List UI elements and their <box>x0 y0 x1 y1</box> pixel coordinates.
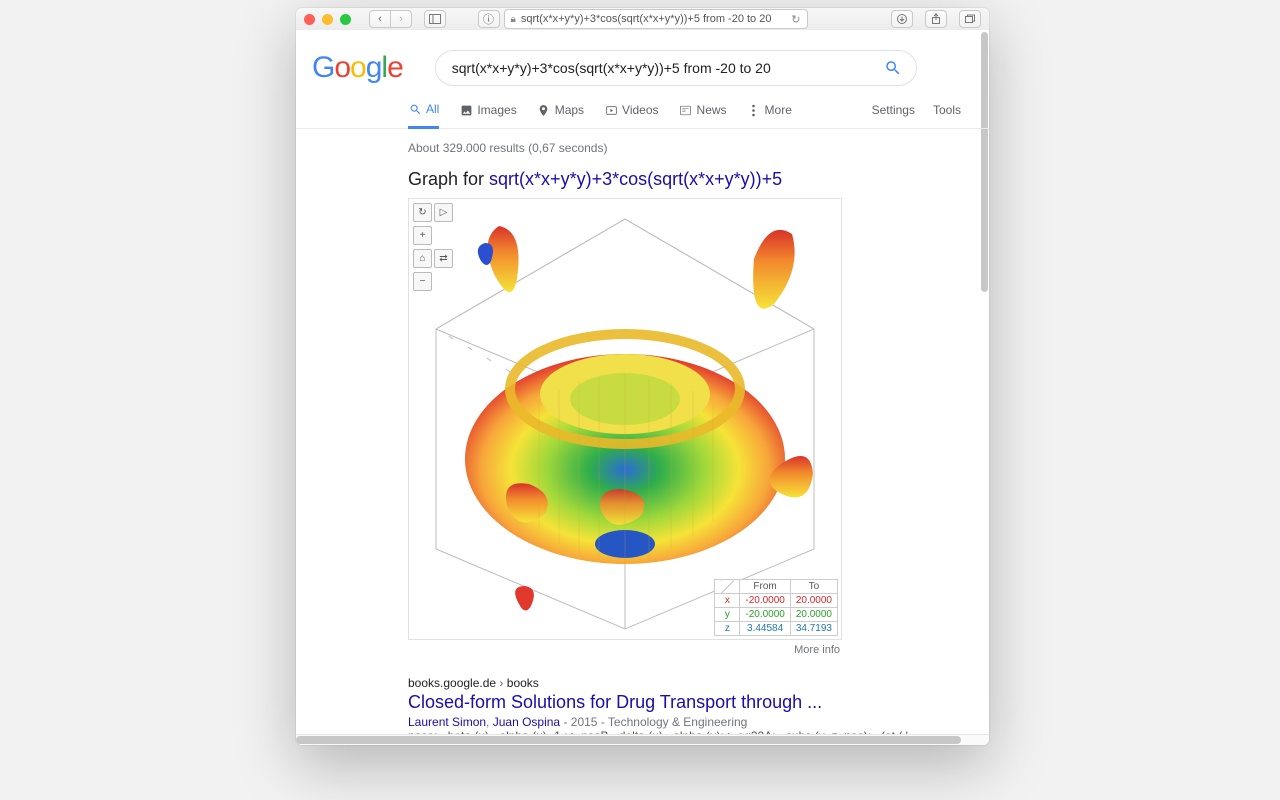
forward-button[interactable]: › <box>390 10 412 28</box>
horizontal-scrollbar[interactable] <box>296 734 989 745</box>
minimize-icon[interactable] <box>322 14 333 25</box>
google-logo[interactable]: Google <box>312 51 403 85</box>
image-icon <box>459 103 473 117</box>
search-result: books.google.de › books Closed-form Solu… <box>408 676 948 743</box>
tabs-button[interactable] <box>959 10 981 28</box>
sidebar-button[interactable] <box>424 10 446 28</box>
downloads-button[interactable] <box>891 10 913 28</box>
browser-window: ‹ › ⓘ 🔒︎ sqrt(x*x+y*y)+3*cos(sqrt(x*x+y*… <box>296 8 989 745</box>
zoom-out-button[interactable]: − <box>413 272 432 291</box>
result-byline: Laurent Simon, Juan Ospina - 2015 - Tech… <box>408 715 948 729</box>
graph-title: Graph for sqrt(x*x+y*y)+3*cos(sqrt(x*x+y… <box>408 169 948 190</box>
reader-button[interactable]: ⓘ <box>478 10 500 28</box>
search-icon <box>408 102 422 116</box>
search-icon[interactable] <box>884 59 902 77</box>
axis-picker-icon[interactable] <box>715 580 740 594</box>
result-breadcrumb[interactable]: books.google.de › books <box>408 676 948 690</box>
search-input[interactable] <box>450 59 884 77</box>
pin-icon <box>537 103 551 117</box>
tools-link[interactable]: Tools <box>933 103 961 117</box>
tab-videos[interactable]: Videos <box>604 103 658 127</box>
reset-button[interactable]: ⌂ <box>413 249 432 268</box>
close-icon[interactable] <box>304 14 315 25</box>
tab-all[interactable]: All <box>408 102 439 129</box>
scrollbar-thumb[interactable] <box>296 736 961 744</box>
url-text: sqrt(x*x+y*y)+3*cos(sqrt(x*x+y*y))+5 fro… <box>521 13 772 25</box>
graph-card: ↻ ▷ + ⌂ ⇄ − <box>408 198 842 640</box>
more-info-link[interactable]: More info <box>408 640 840 656</box>
range-table: From To x -20.0000 20.0000 y -20.0000 20… <box>714 579 838 636</box>
result-stats: About 329.000 results (0,67 seconds) <box>408 141 948 155</box>
window-controls <box>304 14 351 25</box>
news-icon <box>679 103 693 117</box>
share-button[interactable] <box>925 10 947 28</box>
back-button[interactable]: ‹ <box>369 10 391 28</box>
pan-button[interactable]: ⇄ <box>434 249 453 268</box>
zoom-icon[interactable] <box>340 14 351 25</box>
rotate-button[interactable]: ↻ <box>413 203 432 222</box>
author-link[interactable]: Juan Ospina <box>493 715 560 729</box>
tab-images[interactable]: Images <box>459 103 516 127</box>
result-title[interactable]: Closed-form Solutions for Drug Transport… <box>408 692 948 713</box>
settings-link[interactable]: Settings <box>872 103 915 117</box>
reload-icon[interactable]: ↻ <box>791 13 800 26</box>
play-icon <box>604 103 618 117</box>
lock-icon: 🔒︎ <box>511 14 516 25</box>
url-bar[interactable]: 🔒︎ sqrt(x*x+y*y)+3*cos(sqrt(x*x+y*y))+5 … <box>504 9 808 29</box>
search-box[interactable] <box>435 50 917 86</box>
tab-more[interactable]: More <box>747 103 792 127</box>
surface-plot[interactable] <box>409 199 841 639</box>
tab-maps[interactable]: Maps <box>537 103 584 127</box>
graph-toolbar: ↻ ▷ + ⌂ ⇄ − <box>413 203 453 291</box>
page-content: Google All Images Maps <box>296 30 989 745</box>
author-link[interactable]: Laurent Simon <box>408 715 486 729</box>
tab-news[interactable]: News <box>679 103 727 127</box>
titlebar: ‹ › ⓘ 🔒︎ sqrt(x*x+y*y)+3*cos(sqrt(x*x+y*… <box>296 8 989 31</box>
more-icon <box>747 103 761 117</box>
vertical-scrollbar[interactable] <box>981 32 988 292</box>
search-tabs: All Images Maps Videos News More <box>296 86 989 129</box>
play-button[interactable]: ▷ <box>434 203 453 222</box>
zoom-in-button[interactable]: + <box>413 226 432 245</box>
